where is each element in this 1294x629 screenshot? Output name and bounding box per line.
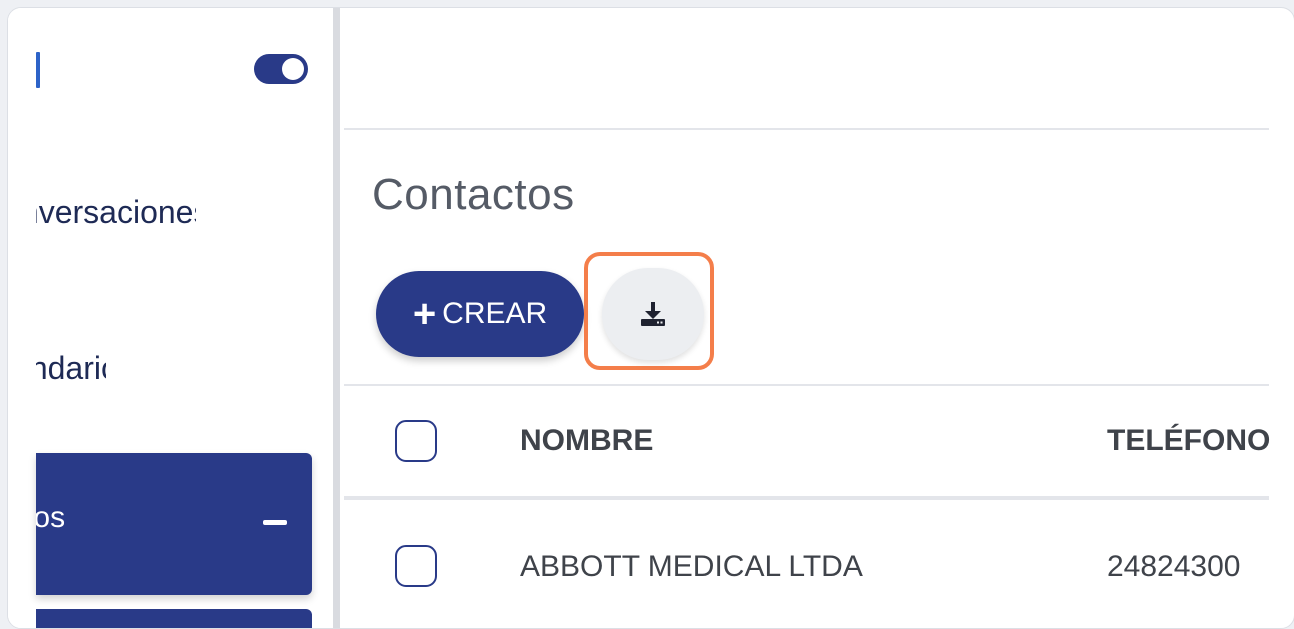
sidebar-toggle[interactable]	[254, 54, 308, 84]
row-name[interactable]: ABBOTT MEDICAL LTDA	[520, 550, 863, 584]
select-all-checkbox[interactable]	[395, 420, 437, 462]
sidebar-item-label: Conversaciones	[36, 194, 196, 230]
sidebar-item-label: Contactos	[36, 501, 66, 534]
sidebar-item-contactos[interactable]: Contactos	[36, 453, 312, 595]
table-header-divider	[344, 496, 1269, 500]
brand-logo	[36, 52, 40, 88]
toggle-knob	[282, 58, 304, 80]
main-content: Contactos + CREAR NOMBRE TELÉFONO ABBOTT…	[340, 8, 1294, 628]
app-window: Conversaciones Calendario Contactos Cont…	[7, 7, 1294, 629]
header-divider	[344, 128, 1269, 130]
create-button[interactable]: + CREAR	[376, 271, 584, 357]
create-button-label: CREAR	[442, 297, 548, 330]
sidebar-item-label: Calendario	[36, 350, 106, 386]
sidebar-item-next[interactable]	[36, 609, 312, 628]
row-checkbox[interactable]	[395, 545, 437, 587]
download-icon	[641, 302, 665, 326]
table-top-divider	[344, 384, 1269, 386]
column-header-name[interactable]: NOMBRE	[520, 424, 653, 458]
row-phone: 24824300	[1107, 550, 1241, 583]
export-button[interactable]	[602, 268, 704, 360]
sidebar-item-conversaciones[interactable]: Conversaciones	[36, 194, 196, 231]
minus-icon[interactable]	[263, 520, 287, 525]
sidebar-item-calendario[interactable]: Calendario	[36, 350, 106, 387]
sidebar: Conversaciones Calendario Contactos	[8, 8, 333, 628]
plus-icon: +	[412, 292, 437, 336]
column-header-phone[interactable]: TELÉFONO	[1107, 424, 1270, 458]
sidebar-divider	[333, 8, 340, 628]
page-title: Contactos	[372, 170, 575, 219]
